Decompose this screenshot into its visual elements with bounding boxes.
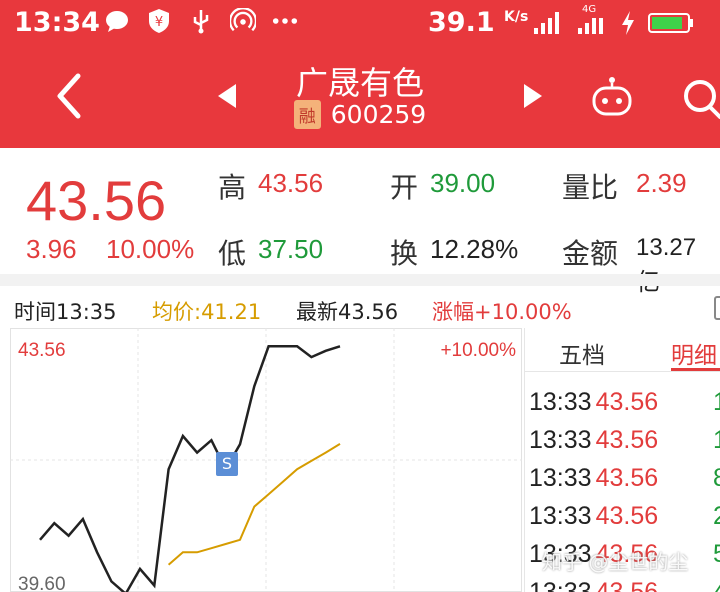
change-percent: 涨幅+10.00% [432,300,572,324]
amount-label: 金额 [562,237,619,270]
trade-row: 13:33 43.56 4 [529,578,720,592]
status-bar: 13:34 ¥ 39.1 K/s 4G [0,0,720,48]
status-icons-right: 4G [532,4,694,40]
trade-volume: 1 [713,388,720,416]
chart-low-label: 39.60 [18,574,66,592]
trade-row: 13:33 43.56 8 [529,464,720,502]
amount-value: 13.27亿 [636,234,697,296]
trade-price: 43.56 [596,372,659,378]
assistant-button[interactable] [588,74,636,122]
trade-volume: 2 [713,502,720,530]
average-price: 均价:41.21 [152,300,262,324]
signal-icon [532,10,564,40]
watermark: 知乎 @尘世的尘 [542,550,689,574]
average-price-line [167,443,341,566]
cursor-time: 时间13:35 [14,300,117,324]
price-change: 3.96 [26,234,77,264]
battery-icon [648,10,694,40]
trade-volume: 5 [713,540,720,568]
trade-time: 13:33 [529,388,592,416]
signal-4g-icon: 4G [576,4,608,40]
trade-price: 43.56 [595,502,659,530]
usb-icon [188,8,214,34]
more-icon [272,8,298,34]
turnover-value: 12.28% [430,234,519,264]
high-label: 高 [218,171,247,204]
trade-price: 43.56 [595,578,659,592]
network-speed-value: 39.1 [428,7,495,38]
trade-row: 13:33 43.56 1 [529,388,720,426]
latest-price: 最新43.56 [296,300,399,324]
trade-volume: 3 [713,372,720,379]
chart-settings-button[interactable] [714,296,720,320]
trade-row: 13:33 43.56 2 [529,502,720,540]
network-type: 4G [582,4,597,15]
triangle-right-icon [524,84,542,108]
intraday-chart[interactable]: 43.56 +10.00% 39.60 S [10,328,522,592]
low-value: 37.50 [258,234,324,264]
low-label: 低 [218,237,247,270]
status-icons-left: ¥ [104,8,298,34]
section-divider [0,274,720,286]
side-tabs: 五档 明细 [525,328,720,372]
intraday-chart-svg [10,328,522,592]
network-speed-unit: K/s [504,9,529,25]
chart-info-bar: 时间13:35 均价:41.21 最新43.56 涨幅+10.00% [0,292,720,328]
trade-time: 13:33 [529,502,592,530]
tab-order-book[interactable]: 五档 [559,336,605,370]
chart-high-percent-label: +10.00% [440,340,516,361]
chat-icon [104,8,130,34]
trade-time: 13:33 [529,464,592,492]
current-price: 43.56 [26,169,167,232]
charging-icon [620,10,636,40]
high-value: 43.56 [258,168,324,198]
trade-row: 13:33 43.56 1 [529,426,720,464]
open-value: 39.00 [430,168,496,198]
next-stock-button[interactable] [518,78,548,114]
trade-time: 13:33 [529,426,592,454]
svg-text:¥: ¥ [155,15,163,30]
volume-ratio-label: 量比 [562,171,619,204]
tab-trade-details[interactable]: 明细 [671,336,717,370]
chart-high-label: 43.56 [18,340,66,361]
robot-icon [592,77,632,116]
hotspot-icon [230,8,256,34]
stock-header: 广晟有色 融 600259 [0,48,720,148]
margin-trading-badge: 融 [293,100,321,129]
trade-volume: 4 [713,578,720,592]
trade-price: 43.56 [595,464,659,492]
trade-row: 13:33 43.56 3 [529,372,720,388]
stock-code: 600259 [330,100,427,129]
volume-ratio-value: 2.39 [636,168,687,198]
price-change-percent: 10.00% [106,234,195,264]
trade-price: 43.56 [595,388,659,416]
trade-volume: 8 [713,464,720,492]
search-icon [684,80,720,119]
open-label: 开 [390,171,419,204]
status-time: 13:34 [14,7,100,38]
quote-panel: 43.56 3.96 10.00% 高 43.56 低 37.50 开 39.0… [0,148,720,296]
search-button[interactable] [680,74,720,122]
turnover-label: 换 [390,237,419,270]
network-speed: 39.1 K/s [428,7,528,38]
tab-active-indicator [671,368,720,371]
trade-price: 43.56 [595,426,659,454]
trade-time: 13:33 [529,578,592,592]
trade-time: 13:33 [529,372,592,378]
sell-signal-marker[interactable]: S [216,452,238,476]
shield-icon: ¥ [146,8,172,34]
price-line [39,345,341,592]
trade-volume: 1 [713,426,720,454]
